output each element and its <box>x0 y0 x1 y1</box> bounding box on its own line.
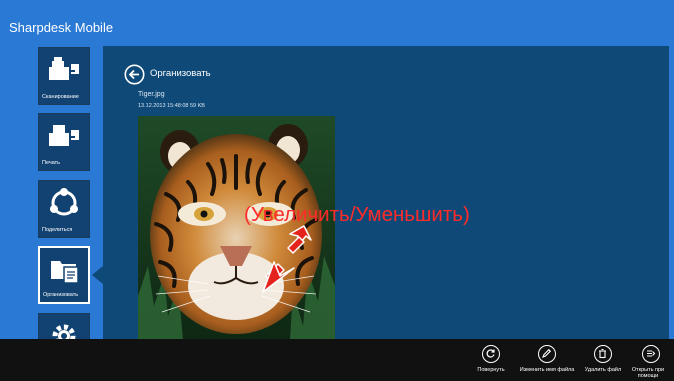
organize-icon <box>48 255 82 285</box>
active-item-pointer <box>92 266 103 284</box>
zoom-hint-annotation: (Увеличить/Уменьшить) <box>244 203 470 226</box>
sidebar-item-print[interactable]: Печать <box>38 113 90 171</box>
sidebar-item-label: Печать <box>42 160 61 166</box>
share-icon <box>47 188 81 218</box>
rename-file-button[interactable]: Изменить имя файла <box>517 345 577 381</box>
open-with-icon <box>642 345 660 363</box>
main-panel: Организовать Tiger.jpg 13.12.2013 15:48:… <box>103 46 669 339</box>
edit-icon <box>538 345 556 363</box>
rotate-button[interactable]: Повернуть <box>461 345 521 381</box>
sidebar-item-organize[interactable]: Организовать <box>38 246 90 304</box>
sidebar-item-label: Организовать <box>43 292 79 298</box>
rotate-label: Повернуть <box>477 367 505 373</box>
app-bar: Повернуть Изменить имя файла Удалить фай… <box>0 339 674 381</box>
file-meta: 13.12.2013 15:48:08 59 KB <box>138 103 205 109</box>
back-button[interactable] <box>124 64 145 85</box>
rotate-icon <box>482 345 500 363</box>
print-icon <box>47 121 81 151</box>
image-preview[interactable] <box>138 116 335 339</box>
sidebar-item-scan[interactable]: Сканирование <box>38 47 90 105</box>
sidebar-item-label: Поделиться <box>42 227 73 233</box>
page-title: Организовать <box>150 68 211 79</box>
app-title: Sharpdesk Mobile <box>9 20 114 35</box>
scan-icon <box>47 55 81 85</box>
sidebar-item-share[interactable]: Поделиться <box>38 180 90 238</box>
file-name: Tiger.jpg <box>138 91 165 98</box>
sidebar-item-label: Сканирование <box>42 94 79 100</box>
delete-icon <box>594 345 612 363</box>
open-with-label: Открыть при помощи <box>631 367 665 379</box>
app-window: Sharpdesk Mobile Сканирование Печать Под… <box>0 0 674 381</box>
open-with-button[interactable]: Открыть при помощи <box>622 345 674 381</box>
rename-file-label: Изменить имя файла <box>519 367 575 373</box>
